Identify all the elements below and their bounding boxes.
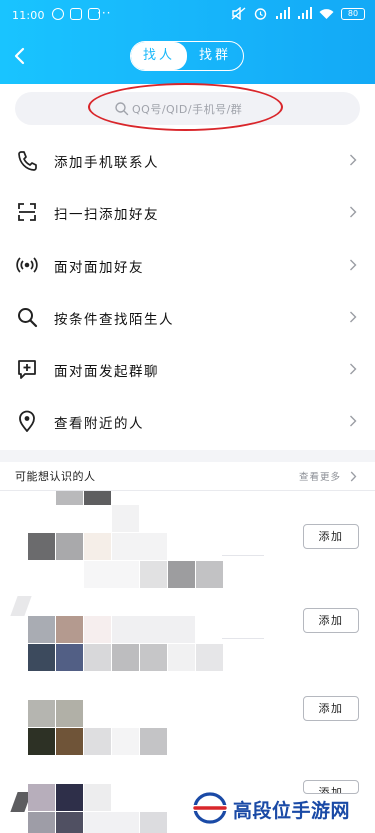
pixelated-content [56, 728, 83, 755]
menu-item-face-to-face-group[interactable]: 面对面发起群聊 [0, 343, 375, 395]
menu-item-label: 面对面发起群聊 [54, 364, 159, 381]
status-time: 11:00 [12, 9, 45, 22]
pixelated-content [56, 644, 83, 671]
signal-broadcast-icon [16, 256, 38, 273]
site-watermark: 高段位手游网 [190, 787, 375, 833]
pixelated-avatar[interactable] [56, 700, 83, 727]
pixelated-content [168, 561, 195, 588]
pixelated-content [28, 728, 55, 755]
watermark-logo-icon [193, 792, 227, 824]
row-separator [222, 555, 264, 556]
pixelated-content [10, 596, 32, 616]
menu-item-label: 扫一扫添加好友 [54, 207, 159, 224]
status-bar: 11:00 ··· 80 [0, 0, 375, 30]
pixelated-content [28, 644, 55, 671]
search-icon [18, 307, 38, 327]
signal-hd-icon-2 [298, 7, 312, 19]
pixelated-avatar[interactable] [28, 616, 55, 643]
chevron-right-icon [350, 363, 357, 375]
pixelated-avatar[interactable] [56, 533, 83, 560]
phone-icon [18, 151, 37, 171]
pixelated-content [84, 728, 111, 755]
more-notifications-icon: ··· [97, 6, 112, 20]
pixelated-content [84, 491, 111, 505]
chevron-right-icon [350, 154, 357, 166]
pixelated-content [140, 728, 167, 755]
notification-icons [52, 8, 100, 20]
chevron-right-icon [350, 415, 357, 427]
pixelated-content [84, 644, 111, 671]
chevron-right-icon[interactable] [350, 471, 357, 482]
pixelated-content [112, 644, 139, 671]
wifi-icon [319, 9, 334, 19]
pixelated-avatar[interactable] [28, 784, 55, 811]
pixelated-avatar[interactable] [56, 784, 83, 811]
tab-find-people[interactable]: 找人 [131, 42, 187, 70]
pixelated-content [112, 728, 139, 755]
pixelated-content [84, 616, 111, 643]
see-more-link[interactable]: 查看更多 [299, 469, 341, 483]
menu-item-face-to-face-add[interactable]: 面对面加好友 [0, 239, 375, 291]
alarm-icon [254, 8, 267, 20]
pixelated-content [28, 812, 55, 833]
pixelated-avatar[interactable] [56, 616, 83, 643]
top-header: 11:00 ··· 80 找人 找群 [0, 0, 375, 84]
pixelated-content [84, 561, 139, 588]
menu-item-label: 添加手机联系人 [54, 155, 159, 171]
pixelated-content [196, 561, 223, 588]
pixelated-content [84, 784, 111, 811]
menu-item-label: 面对面加好友 [54, 259, 144, 276]
pixelated-avatar[interactable] [28, 700, 55, 727]
system-icons: 80 [231, 7, 365, 20]
menu-item-nearby-people[interactable]: 查看附近的人 [0, 395, 375, 447]
tab-find-groups[interactable]: 找群 [187, 42, 243, 70]
add-friend-menu: 添加手机联系人 扫一扫添加好友 面对面加好友 按条件查找陌生人 面对面发起群聊 … [0, 134, 375, 448]
watermark-text: 高段位手游网 [233, 800, 351, 822]
add-friend-button[interactable]: 添加 [303, 524, 359, 549]
pixelated-content [112, 533, 167, 560]
location-pin-icon [19, 411, 35, 433]
pixelated-content [112, 505, 139, 532]
chevron-right-icon [350, 206, 357, 218]
row-separator [222, 638, 264, 639]
mute-icon [231, 7, 246, 20]
section-title: 可能想认识的人 [15, 470, 96, 483]
chevron-right-icon [350, 259, 357, 271]
menu-item-add-phone-contacts[interactable]: 添加手机联系人 [0, 134, 375, 186]
scan-icon [18, 203, 36, 222]
pixelated-content [112, 616, 195, 643]
pixelated-content [140, 644, 167, 671]
menu-item-label: 查看附近的人 [54, 416, 144, 433]
menu-item-label: 按条件查找陌生人 [54, 311, 174, 328]
back-button[interactable] [6, 42, 32, 70]
highlight-circle-annotation [88, 83, 283, 131]
notification-app-icon [70, 8, 82, 20]
signal-hd-icon [276, 7, 290, 19]
pixelated-avatar[interactable] [28, 533, 55, 560]
pixelated-content [84, 533, 111, 560]
pixelated-content [56, 491, 83, 505]
pixelated-content [140, 812, 167, 833]
pixelated-content [196, 644, 223, 671]
add-friend-button[interactable]: 添加 [303, 696, 359, 721]
pixelated-content [168, 644, 195, 671]
section-divider [0, 450, 375, 462]
menu-item-scan-add-friend[interactable]: 扫一扫添加好友 [0, 186, 375, 238]
back-arrow-icon [14, 47, 25, 65]
menu-item-search-strangers[interactable]: 按条件查找陌生人 [0, 291, 375, 343]
chevron-right-icon [350, 311, 357, 323]
pixelated-content [84, 812, 139, 833]
battery-icon: 80 [341, 7, 365, 20]
find-segmented-control: 找人 找群 [130, 41, 244, 71]
chat-add-icon [18, 360, 36, 380]
notification-app-icon [52, 8, 64, 20]
pixelated-content [140, 561, 167, 588]
pixelated-content [56, 812, 83, 833]
add-friend-button[interactable]: 添加 [303, 608, 359, 633]
